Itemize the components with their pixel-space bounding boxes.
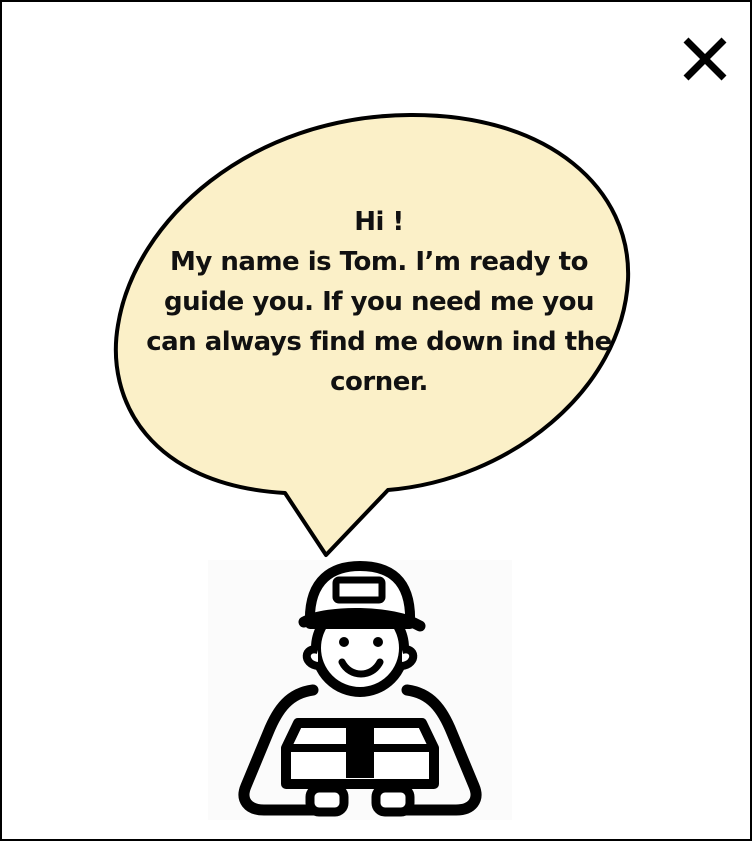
message-line: guide you. If you need me you bbox=[163, 287, 595, 317]
guide-dialog: Hi ! My name is Tom. I’m ready to guide … bbox=[0, 0, 752, 841]
close-button[interactable] bbox=[678, 32, 732, 86]
message-line: My name is Tom. I’m ready to bbox=[170, 247, 588, 277]
bubble-message: Hi ! My name is Tom. I’m ready to guide … bbox=[137, 202, 621, 402]
message-line: can always find me down ind the bbox=[146, 327, 612, 357]
delivery-man-icon bbox=[238, 561, 482, 817]
close-icon bbox=[683, 37, 727, 81]
message-line: corner. bbox=[330, 367, 428, 397]
greeting-text: Hi ! bbox=[354, 207, 404, 237]
